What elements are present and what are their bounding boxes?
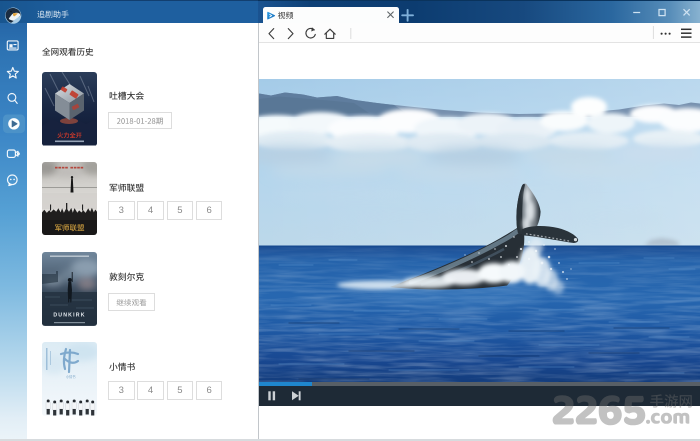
svg-text:DUNKIRK: DUNKIRK [53,313,85,319]
svg-text:小情书: 小情书 [66,374,76,379]
